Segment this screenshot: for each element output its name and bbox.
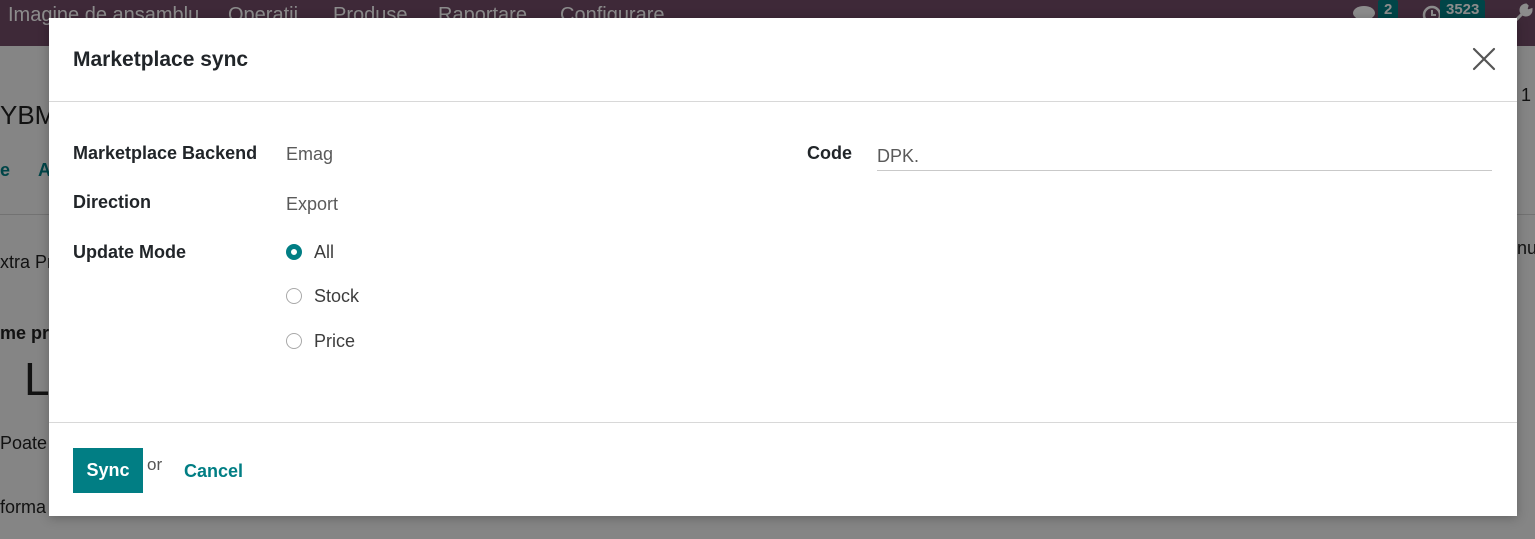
cancel-button[interactable]: Cancel — [184, 461, 243, 482]
code-label: Code — [807, 143, 852, 163]
marketplace-sync-dialog: Marketplace sync Marketplace Backend Ema… — [49, 18, 1517, 516]
update-mode-option-price[interactable]: Price — [286, 328, 355, 354]
update-mode-label: Update Mode — [73, 242, 187, 262]
direction-value: Export — [286, 194, 339, 214]
radio-button-checked[interactable] — [286, 244, 302, 260]
update-mode-option-all[interactable]: All — [286, 239, 334, 265]
sync-button[interactable]: Sync — [73, 448, 143, 493]
close-icon[interactable] — [1469, 44, 1499, 74]
radio-label: Price — [314, 330, 356, 351]
dialog-header: Marketplace sync — [49, 18, 1517, 102]
radio-label: All — [314, 241, 335, 262]
radio-label: Stock — [314, 285, 360, 306]
dialog-footer: Sync or Cancel — [49, 422, 1517, 517]
backend-value: Emag — [286, 144, 334, 164]
radio-button[interactable] — [286, 288, 302, 304]
backend-label: Marketplace Backend — [73, 143, 258, 163]
dialog-title: Marketplace sync — [73, 48, 249, 71]
or-text: or — [147, 455, 163, 474]
radio-button[interactable] — [286, 333, 302, 349]
direction-label: Direction — [73, 192, 152, 212]
update-mode-option-stock[interactable]: Stock — [286, 283, 359, 309]
code-input[interactable] — [877, 142, 1492, 171]
